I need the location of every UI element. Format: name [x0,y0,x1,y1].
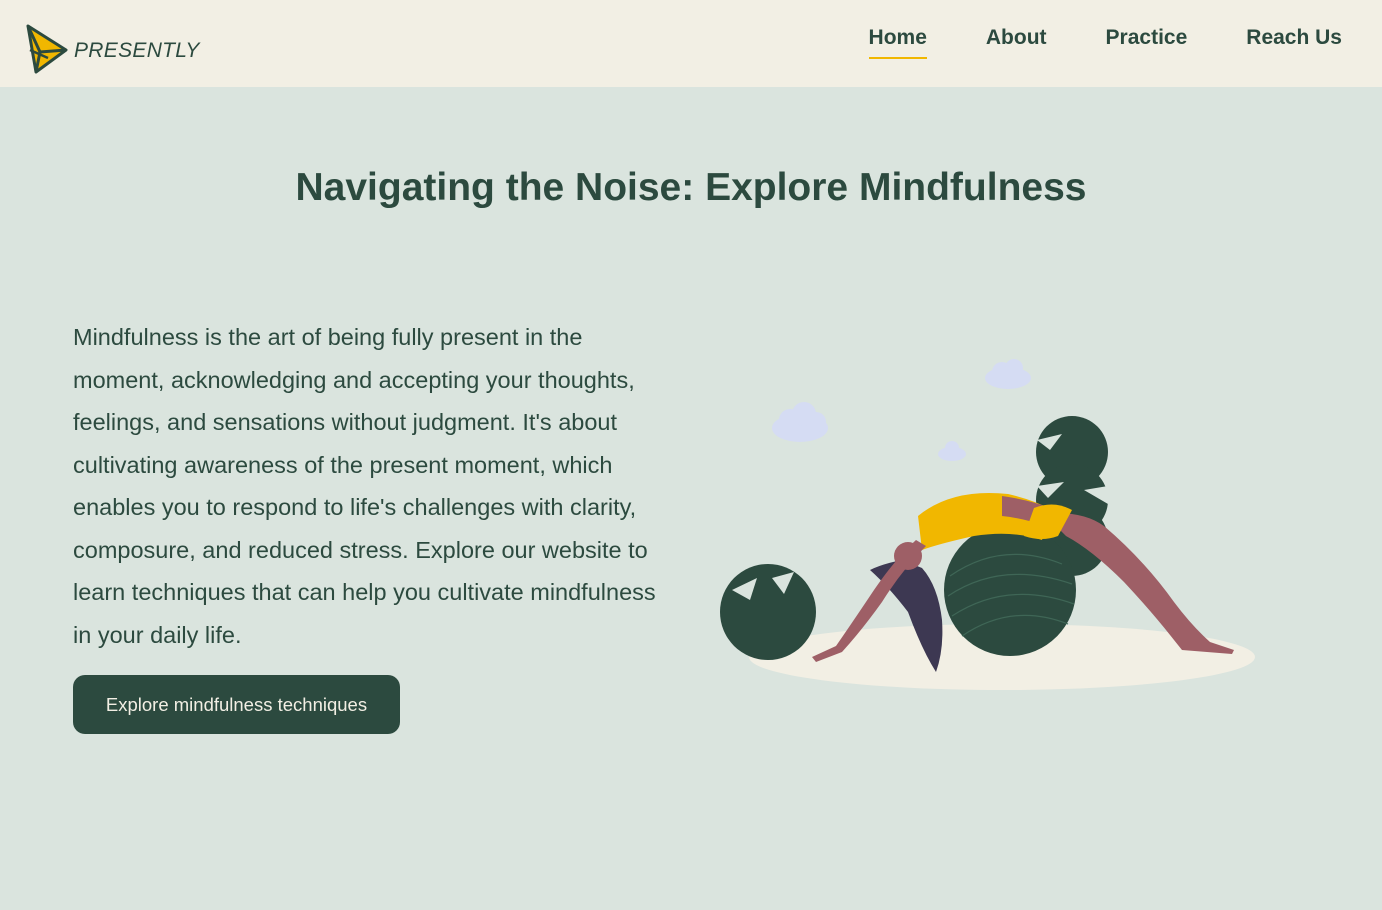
explore-techniques-button[interactable]: Explore mindfulness techniques [73,675,400,734]
nav-about[interactable]: About [986,26,1047,59]
nav-home[interactable]: Home [868,26,927,59]
presently-logo-icon [26,24,68,74]
brand-logo[interactable]: PRESENTLY [26,22,200,76]
yoga-woman-illustration-icon [720,359,1255,690]
hero-description: Mindfulness is the art of being fully pr… [73,324,656,648]
brand-name: PRESENTLY [74,39,200,62]
main-nav: Home About Practice Reach Us [868,26,1342,59]
yoga-illustration [712,350,1262,705]
nav-practice[interactable]: Practice [1106,26,1188,59]
nav-reach-us[interactable]: Reach Us [1246,26,1342,59]
top-navigation-bar: PRESENTLY Home About Practice Reach Us [0,0,1382,87]
hero-title: Navigating the Noise: Explore Mindfulnes… [295,166,1087,209]
